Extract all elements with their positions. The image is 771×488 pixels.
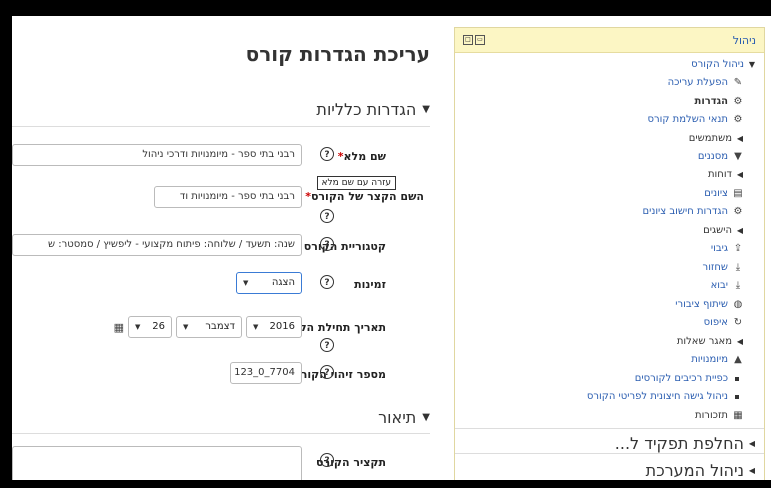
divider xyxy=(455,453,764,454)
section-description-title: תיאור xyxy=(378,408,417,427)
nav-item-turn-editing-on[interactable]: ✎ הפעלת עריכה xyxy=(668,77,744,88)
help-icon[interactable]: ? xyxy=(320,209,334,223)
nav-item-badges[interactable]: ◀ הישגים xyxy=(703,225,744,236)
reset-icon: ↻ xyxy=(733,317,743,328)
category-select[interactable]: שנה: תשעד / שלוחה: פיתוח מקצועי - ליפשיץ… xyxy=(12,234,302,256)
bullet-icon xyxy=(735,376,739,381)
help-icon[interactable]: ? xyxy=(320,338,334,352)
nav-item-publish[interactable]: ◍ שיתוף ציבורי xyxy=(675,299,744,310)
divider xyxy=(455,428,764,429)
category-label: קטגוריית הקורס xyxy=(303,240,386,253)
help-icon[interactable]: ? xyxy=(320,237,334,251)
pencil-icon: ✎ xyxy=(733,77,743,88)
chevron-down-icon: ▼ xyxy=(243,279,249,287)
help-icon[interactable]: ? xyxy=(320,453,334,467)
year-value: 2016 xyxy=(269,321,295,332)
nav-item-import[interactable]: ⤓ יבוא xyxy=(711,280,744,291)
globe-icon: ◍ xyxy=(733,299,743,310)
gear-icon: ⚙ xyxy=(733,114,743,125)
visibility-label: זמינות xyxy=(354,278,386,291)
expanded-triangle-icon: ▼ xyxy=(422,104,430,115)
nav-item-reports[interactable]: ◀ דוחות xyxy=(708,169,744,180)
nav-item-users[interactable]: ◀ משתמשים xyxy=(689,133,744,144)
collapsed-triangle-icon: ◀ xyxy=(736,337,744,346)
nav-item-external-access[interactable]: ניהול גישה חיצונית לפריטי הקורס xyxy=(587,391,742,402)
block-header: ניהול □ ▭ xyxy=(455,28,764,53)
nav-item-course-completion[interactable]: ⚙ תנאי השלמת קורס xyxy=(648,114,744,125)
nav-item-site-admin[interactable]: ◀ ניהול המערכת xyxy=(646,461,756,480)
nav-item-course-admin[interactable]: ▼ ניהול הקורס xyxy=(691,59,756,70)
month-value: דצמבר xyxy=(205,321,235,332)
download-icon: ⤓ xyxy=(735,262,741,273)
main-content: עריכת הגדרות קורס ▼ הגדרות כלליות שם מלא… xyxy=(12,16,442,486)
expanded-triangle-icon: ▼ xyxy=(422,412,430,423)
dock-icon[interactable]: □ xyxy=(463,35,473,45)
collapsed-triangle-icon: ◀ xyxy=(748,466,756,475)
collapsed-triangle-icon: ◀ xyxy=(736,170,744,179)
calendar-picker-icon[interactable]: ▦ xyxy=(114,321,124,334)
fullname-input[interactable]: רבני בתי ספר - מיומנויות ודרכי ניהול xyxy=(12,144,302,166)
top-black-border xyxy=(0,0,771,16)
section-general-title: הגדרות כלליות xyxy=(316,100,417,119)
block-title: ניהול xyxy=(732,33,756,47)
divider xyxy=(12,126,430,127)
help-icon[interactable]: ? xyxy=(320,275,334,289)
section-general-header[interactable]: ▼ הגדרות כלליות xyxy=(316,100,430,119)
nav-item-reset[interactable]: ↻ איפוס xyxy=(704,317,744,328)
page-title: עריכת הגדרות קורס xyxy=(245,42,430,66)
skills-icon: ▲ xyxy=(734,354,742,365)
nav-item-settings[interactable]: ⚙ הגדרות xyxy=(694,96,744,107)
nav-item-backup[interactable]: ⇪ גיבוי xyxy=(711,243,744,254)
nav-item-competencies[interactable]: ▲ מיומנויות xyxy=(691,354,744,365)
startdate-day-select[interactable]: 26 ▼ xyxy=(128,316,172,338)
nav-item-switch-role[interactable]: ◀ החלפת תפקיד ל... xyxy=(615,434,756,453)
collapsed-triangle-icon: ◀ xyxy=(736,134,744,143)
nav-item-grade-calc-settings[interactable]: ⚙ הגדרות חישוב ציונים xyxy=(642,206,744,217)
calendar-icon: ▦ xyxy=(733,410,743,421)
nav-item-question-bank[interactable]: ◀ מאגר שאלות xyxy=(677,336,744,347)
nav-item-force-components[interactable]: כפיית רכיבים לקורסים xyxy=(635,373,742,384)
filter-icon: ▼ xyxy=(734,151,742,162)
nav-item-filters[interactable]: ▼ מסננים xyxy=(698,151,744,162)
visibility-select[interactable]: הצגה ▼ xyxy=(236,272,302,294)
left-black-border xyxy=(0,16,12,488)
nav-item-grades[interactable]: ▤ ציונים xyxy=(704,188,744,199)
shortname-label: השם הקצר של הקורס* xyxy=(305,190,424,203)
visibility-value: הצגה xyxy=(271,277,295,288)
startdate-year-select[interactable]: 2016 ▼ xyxy=(246,316,302,338)
upload-icon: ⇪ xyxy=(733,243,743,254)
fullname-label: שם מלא* xyxy=(337,150,386,163)
grades-table-icon: ▤ xyxy=(733,188,743,199)
nav-item-restore[interactable]: ⤓ שחזור xyxy=(703,262,744,273)
download-icon: ⤓ xyxy=(735,280,741,291)
nav-item-reminders[interactable]: ▦ תזכורות xyxy=(695,410,744,421)
expanded-triangle-icon: ▼ xyxy=(748,60,756,69)
shortname-input[interactable]: רבני בתי ספר - מיומנויות וד xyxy=(154,186,302,208)
administration-block: ניהול □ ▭ ▼ ניהול הקורס ✎ הפעלת עריכה ⚙ ה… xyxy=(454,27,765,487)
bullet-icon xyxy=(735,394,739,399)
collapse-icon[interactable]: ▭ xyxy=(475,35,485,45)
chevron-down-icon: ▼ xyxy=(135,323,141,331)
section-description-header[interactable]: ▼ תיאור xyxy=(378,408,430,427)
help-icon[interactable]: ? xyxy=(320,365,334,379)
idnumber-input[interactable]: 7704_0_123 xyxy=(230,362,302,384)
block-controls[interactable]: □ ▭ xyxy=(463,35,485,45)
bottom-black-border xyxy=(0,480,771,488)
startdate-month-select[interactable]: דצמבר ▼ xyxy=(176,316,242,338)
gear-icon: ⚙ xyxy=(733,206,743,217)
collapsed-triangle-icon: ◀ xyxy=(748,439,756,448)
chevron-down-icon: ▼ xyxy=(253,323,259,331)
help-tooltip: עזרה עם שם מלא xyxy=(316,176,396,190)
help-icon[interactable]: ? xyxy=(320,147,334,161)
idnumber-label: מספר זיהוי הקורס xyxy=(293,368,386,381)
collapsed-triangle-icon: ◀ xyxy=(736,226,744,235)
day-value: 26 xyxy=(152,321,165,332)
gear-icon: ⚙ xyxy=(733,96,743,107)
chevron-down-icon: ▼ xyxy=(183,323,189,331)
divider xyxy=(12,433,430,434)
